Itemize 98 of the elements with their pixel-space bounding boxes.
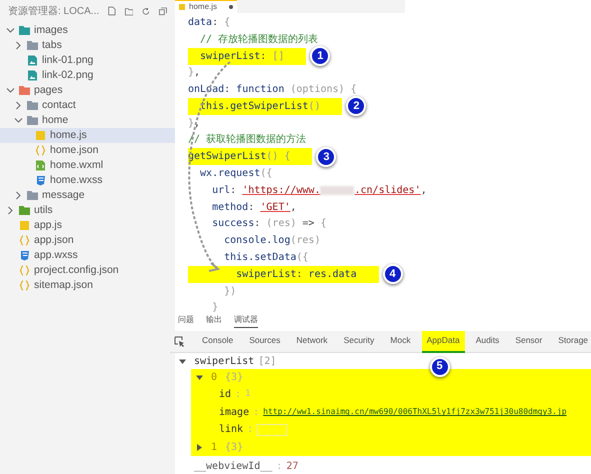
tab-label: home.js	[189, 1, 218, 13]
folder-icon	[27, 115, 38, 126]
property-name: id	[219, 388, 232, 402]
code-file-icon	[35, 160, 46, 171]
step-badge: 2	[346, 96, 366, 116]
code-line: console.log(res)	[223, 234, 322, 248]
step-badge: 3	[316, 146, 336, 167]
tree-row[interactable]: tabs	[0, 38, 175, 53]
refresh-icon[interactable]	[142, 6, 150, 16]
empty-value-field[interactable]	[257, 424, 288, 436]
folder-icon	[19, 85, 30, 96]
devtools-tab[interactable]: Console	[197, 330, 238, 352]
step-badge: 4	[382, 264, 403, 284]
braces-icon	[35, 145, 46, 156]
tree-row[interactable]: home	[0, 113, 175, 128]
panel-tab[interactable]: 调试器	[234, 314, 258, 328]
folder-icon	[19, 25, 30, 36]
image-file-icon	[27, 70, 38, 81]
property-link[interactable]: http://ww1.sinaimg.cn/mw690/006ThXL5ly1fj7zx3w751j30u80dmgy3.jp	[263, 406, 567, 418]
code-line: // 存放轮播图数据的列表	[199, 32, 320, 47]
colon: :	[235, 388, 242, 402]
tree-row[interactable]: images	[0, 23, 175, 38]
tree-row[interactable]: utils	[0, 203, 175, 218]
new-file-icon[interactable]	[108, 5, 116, 17]
collapse-icon[interactable]	[159, 6, 168, 16]
code-line: success: (res) => {	[211, 217, 328, 232]
js-file-icon	[35, 130, 46, 141]
devtools-tab[interactable]: AppData	[422, 330, 465, 352]
css-file-icon	[35, 175, 46, 186]
tree-row[interactable]: project.config.json	[0, 263, 175, 278]
tree-row[interactable]: home.wxss	[0, 173, 175, 188]
colon: :	[276, 460, 282, 474]
collapsed-arrow-icon[interactable]	[196, 444, 203, 450]
tree-row[interactable]: app.json	[0, 233, 175, 248]
property-name: image	[219, 406, 250, 420]
braces-icon	[19, 235, 30, 246]
property-value: 27	[286, 460, 298, 474]
panel-tab[interactable]: 输出	[206, 314, 222, 328]
property-value: 1	[245, 388, 250, 401]
code-line: url: 'https://www. .cn/slides',	[211, 184, 428, 198]
code-line: wx.request({	[199, 167, 274, 182]
index-label: 1	[211, 440, 218, 454]
code-line: },	[188, 66, 202, 80]
code-line: data: {	[188, 16, 232, 30]
devtools-tab[interactable]: Security	[338, 330, 380, 352]
folder-icon	[27, 40, 38, 51]
tree-row[interactable]: sitemap.json	[0, 278, 175, 293]
inspect-icon	[174, 336, 185, 347]
property-name: link	[219, 423, 244, 438]
property-name: swiperList	[194, 354, 254, 368]
braces-icon	[19, 280, 30, 291]
property-name: __webviewId__	[194, 460, 272, 474]
property-count: {3}	[225, 440, 244, 454]
devtools-tab[interactable]: Sources	[244, 330, 286, 352]
code-line: onLoad: function (options) {	[188, 83, 358, 98]
devtools-tab[interactable]: Network	[291, 330, 333, 352]
css-file-icon	[19, 250, 30, 261]
tree-row[interactable]: pages	[0, 83, 175, 98]
js-file-icon	[179, 4, 185, 10]
braces-icon	[19, 265, 30, 276]
tree-row[interactable]: home.js	[0, 128, 175, 143]
tree-row[interactable]: app.js	[0, 218, 175, 233]
tree-row[interactable]: home.wxml	[0, 158, 175, 173]
new-folder-icon[interactable]	[124, 6, 134, 16]
step-badge: 1	[310, 46, 330, 66]
panel-title: 资源管理器: LOCA...	[8, 4, 100, 18]
tree-row[interactable]: link-01.png	[0, 53, 175, 68]
tree-row[interactable]: message	[0, 188, 175, 203]
colon: :	[247, 423, 254, 438]
devtools-tab[interactable]: Audits	[470, 330, 504, 352]
code-line: method: 'GET',	[211, 200, 298, 215]
devtools-tab[interactable]: Mock	[385, 330, 416, 352]
code-line: })	[223, 284, 238, 299]
folder-icon	[19, 205, 30, 216]
code-line: this.setData({	[223, 251, 310, 266]
devtools-tab[interactable]: Storage	[553, 330, 591, 352]
code-line: // 获取轮播图数据的方法	[188, 132, 308, 148]
js-file-icon	[19, 220, 30, 231]
tree-row[interactable]: app.wxss	[0, 248, 175, 263]
tree-row[interactable]: link-02.png	[0, 68, 175, 83]
step-badge: 5	[430, 356, 450, 376]
property-count: [2]	[258, 354, 276, 368]
tree-row[interactable]: home.json	[0, 143, 175, 158]
blurred-text	[320, 186, 354, 195]
property-count: {3}	[225, 371, 244, 385]
code-line: },	[188, 116, 202, 131]
expanded-arrow-icon[interactable]	[179, 358, 186, 364]
code-line: }	[211, 301, 220, 316]
folder-icon	[27, 190, 38, 201]
image-file-icon	[27, 55, 38, 66]
colon: :	[253, 406, 260, 420]
panel-tab[interactable]: 问题	[178, 314, 194, 328]
index-label: 0	[211, 371, 218, 385]
devtools-tab[interactable]: Sensor	[510, 330, 548, 352]
folder-icon	[27, 100, 38, 111]
tree-row[interactable]: contact	[0, 98, 175, 113]
editor-tab[interactable]: home.js	[175, 0, 238, 13]
expanded-arrow-icon[interactable]	[196, 374, 203, 381]
